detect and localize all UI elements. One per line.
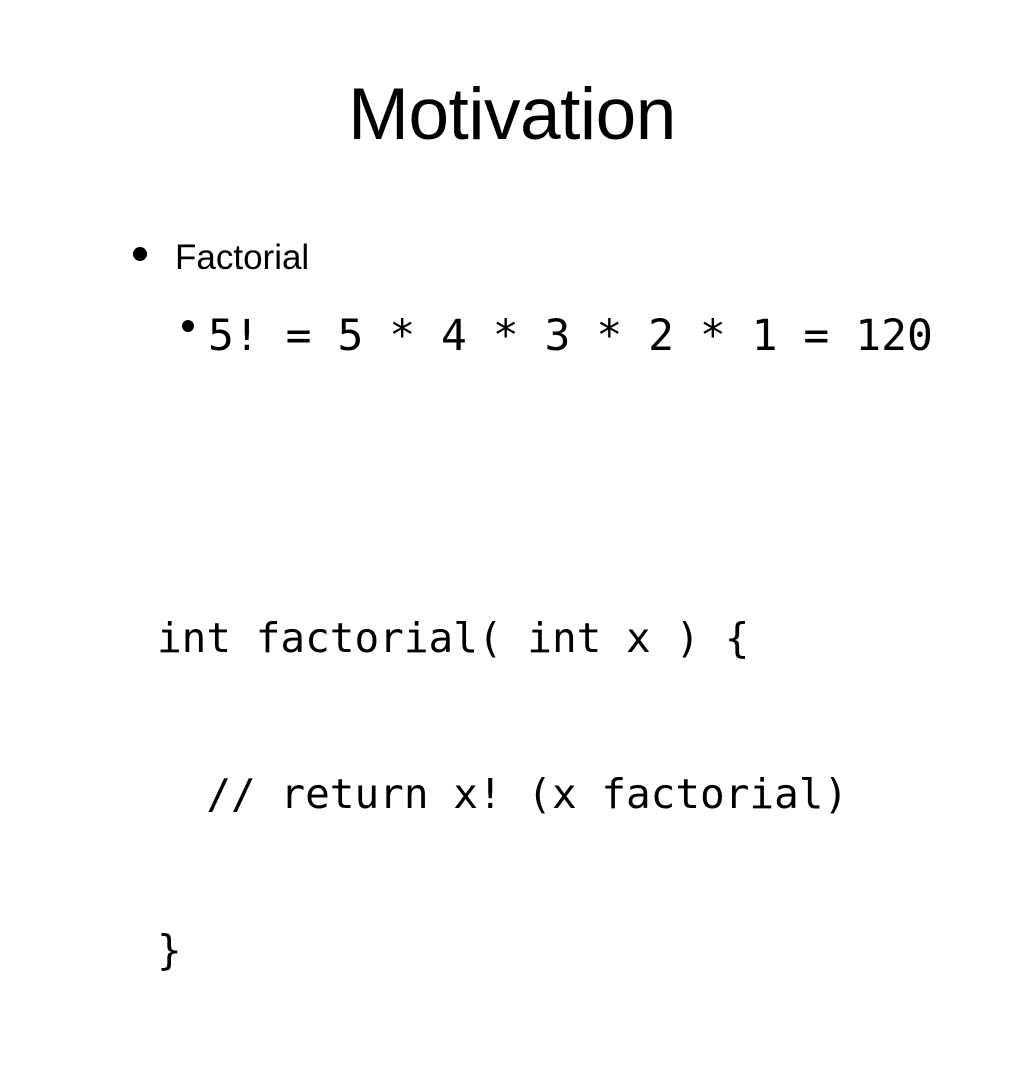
sub-bullet-marker-icon [182,320,194,332]
bullet-item-level1: Factorial [130,238,309,278]
code-block: int factorial( int x ) { // return x! (x… [157,508,848,1080]
bullet-marker-icon [133,247,147,261]
bullet-item-label: Factorial [175,238,310,277]
code-line: int factorial( int x ) { [157,614,750,662]
bullet-item-level2: 5! = 5 * 4 * 3 * 2 * 1 = 120 [180,312,933,360]
sub-bullet-item-label: 5! = 5 * 4 * 3 * 2 * 1 = 120 [208,311,933,361]
presentation-slide: Motivation Factorial 5! = 5 * 4 * 3 * 2 … [0,0,1024,974]
code-line: } [157,926,182,974]
code-line: // return x! (x factorial) [157,770,849,818]
slide-body: Factorial 5! = 5 * 4 * 3 * 2 * 1 = 120 i… [0,0,1024,974]
